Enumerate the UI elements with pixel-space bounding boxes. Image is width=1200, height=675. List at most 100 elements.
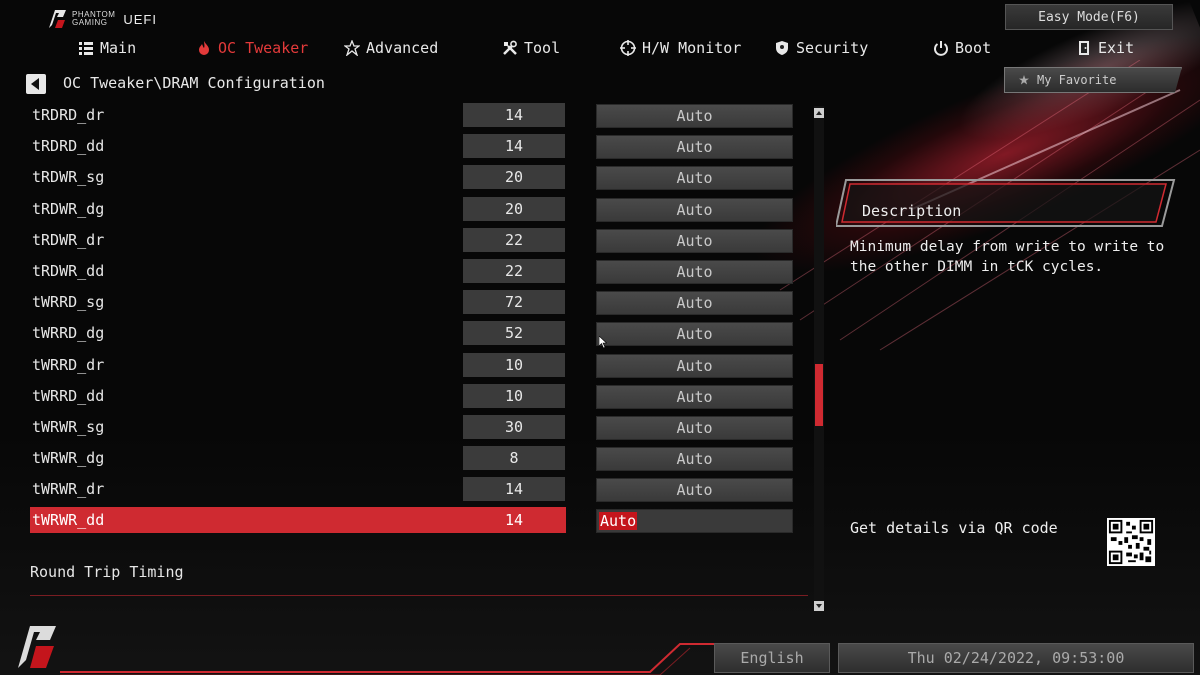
setting-label: tRDRD_dd — [32, 137, 105, 156]
settings-row-trdrd-dr[interactable]: tRDRD_dr 14 Auto — [30, 102, 806, 133]
scrollbar-thumb[interactable] — [815, 364, 823, 426]
settings-row-trdwr-dd[interactable]: tRDWR_dd 22 Auto — [30, 258, 806, 289]
phantom-gaming-logo-icon — [49, 10, 66, 28]
setting-value-field[interactable]: Auto — [596, 197, 793, 222]
setting-label: tRDWR_dr — [32, 230, 105, 249]
chevron-down-icon — [816, 604, 822, 608]
current-value: 14 — [463, 103, 565, 127]
setting-value-text: Auto — [599, 512, 638, 531]
setting-value-field[interactable]: Auto — [596, 135, 793, 160]
chevron-up-icon — [816, 111, 822, 115]
logo-line2: GAMING — [72, 18, 108, 27]
tab-boot[interactable]: Boot — [933, 36, 991, 60]
tab-label: Boot — [955, 39, 992, 57]
current-value: 52 — [463, 321, 565, 346]
setting-value-field[interactable]: Auto — [596, 259, 793, 284]
settings-row-twrwr-dr[interactable]: tWRWR_dr 14 Auto — [30, 476, 806, 507]
back-button[interactable] — [26, 74, 46, 94]
my-favorite-label: My Favorite — [1037, 73, 1117, 87]
scrollbar-track[interactable] — [814, 106, 824, 612]
tab-exit[interactable]: Exit — [1076, 36, 1134, 60]
setting-value-field[interactable]: Auto — [596, 228, 793, 253]
current-value: 14 — [504, 511, 524, 530]
tab-label: Exit — [1098, 39, 1135, 57]
current-value: 30 — [463, 414, 565, 439]
qr-label: Get details via QR code — [850, 519, 1058, 537]
tab-advanced[interactable]: Advanced — [344, 36, 438, 60]
tab-main[interactable]: Main — [78, 36, 136, 60]
easy-mode-button[interactable]: Easy Mode(F6) — [1005, 4, 1173, 30]
setting-label: tWRWR_dd — [32, 511, 105, 530]
setting-label: tWRRD_sg — [32, 293, 105, 312]
brand-logo: PHANTOM GAMING UEFI — [46, 8, 157, 30]
logo-uefi: UEFI — [123, 11, 157, 27]
language-button[interactable]: English — [714, 643, 830, 673]
my-favorite-button[interactable]: My Favorite — [1004, 67, 1182, 93]
shield-icon — [776, 41, 788, 55]
settings-row-twrrd-sg[interactable]: tWRRD_sg 72 Auto — [30, 289, 806, 320]
flame-icon — [199, 41, 209, 55]
settings-row-twrrd-dd[interactable]: tWRRD_dd 10 Auto — [30, 383, 806, 414]
setting-label: tWRWR_dr — [32, 480, 105, 499]
tab-oc-tweaker[interactable]: OC Tweaker — [196, 36, 308, 60]
power-icon — [934, 41, 948, 56]
phantom-gaming-emblem-icon — [18, 626, 56, 668]
setting-value-field[interactable]: Auto — [596, 447, 793, 472]
door-icon — [1079, 41, 1089, 55]
setting-label: tRDWR_sg — [32, 168, 105, 187]
breadcrumb: OC Tweaker\DRAM Configuration — [63, 74, 325, 92]
setting-value-field[interactable]: Auto — [596, 104, 793, 128]
star-icon — [344, 40, 360, 56]
setting-label: tRDWR_dd — [32, 261, 105, 280]
current-value: 14 — [463, 477, 565, 502]
setting-label: tWRRD_dr — [32, 355, 105, 374]
tab-label: Tool — [524, 39, 561, 57]
settings-row-trdwr-dr[interactable]: tRDWR_dr 22 Auto — [30, 227, 806, 258]
settings-row-twrwr-dg[interactable]: tWRWR_dg 8 Auto — [30, 445, 806, 476]
settings-row-trdrd-dd[interactable]: tRDRD_dd 14 Auto — [30, 133, 806, 164]
settings-row-twrrd-dr[interactable]: tWRRD_dr 10 Auto — [30, 352, 806, 383]
tab-label: Security — [796, 39, 869, 57]
crosshair-icon — [620, 40, 636, 56]
setting-value-field[interactable]: Auto — [596, 478, 793, 503]
current-value: 20 — [463, 165, 565, 190]
tab-label: Advanced — [366, 39, 439, 57]
settings-row-twrwr-dd[interactable]: tWRWR_dd 14 Auto — [30, 507, 806, 538]
current-value: 72 — [463, 290, 565, 315]
setting-value-field[interactable]: Auto — [596, 166, 793, 191]
tab-hw-monitor[interactable]: H/W Monitor — [620, 36, 741, 60]
list-icon — [79, 42, 93, 55]
settings-row-twrrd-dg[interactable]: tWRRD_dg 52 Auto — [30, 320, 806, 351]
setting-value-field[interactable]: Auto — [596, 322, 793, 347]
setting-label: tWRWR_sg — [32, 417, 105, 436]
settings-row-trdwr-sg[interactable]: tRDWR_sg 20 Auto — [30, 164, 806, 195]
scroll-down-button[interactable] — [814, 601, 824, 611]
logo-text: PHANTOM GAMING — [72, 11, 115, 27]
qr-code-icon — [1107, 518, 1155, 566]
setting-label: tWRRD_dd — [32, 386, 105, 405]
setting-label: tRDRD_dr — [32, 106, 105, 124]
setting-label: tRDWR_dg — [32, 199, 105, 218]
scroll-up-button[interactable] — [814, 108, 824, 118]
current-value: 8 — [463, 446, 565, 471]
favorite-star-icon — [1019, 75, 1029, 85]
tab-tool[interactable]: Tool — [502, 36, 560, 60]
main-nav: Main OC Tweaker Advanced Tool H/W Monito… — [0, 36, 1200, 60]
setting-value-field[interactable]: Auto — [596, 291, 793, 316]
datetime-display: Thu 02/24/2022, 09:53:00 — [838, 643, 1194, 673]
bottom-accent-stripe — [60, 643, 720, 675]
setting-value-field[interactable]: Auto — [596, 415, 793, 440]
mouse-cursor-icon — [599, 336, 607, 348]
tab-label: H/W Monitor — [642, 39, 742, 57]
setting-label: tWRWR_dg — [32, 449, 105, 468]
current-value: 22 — [463, 258, 565, 283]
back-arrow-icon — [31, 78, 39, 90]
settings-row-trdwr-dg[interactable]: tRDWR_dg 20 Auto — [30, 196, 806, 227]
settings-row-twrwr-sg[interactable]: tWRWR_sg 30 Auto — [30, 414, 806, 445]
tab-label: OC Tweaker — [218, 39, 309, 57]
setting-value-field[interactable]: Auto — [596, 353, 793, 378]
section-round-trip-timing[interactable]: Round Trip Timing — [30, 562, 808, 596]
setting-value-field[interactable]: Auto — [596, 384, 793, 409]
tab-security[interactable]: Security — [774, 36, 868, 60]
setting-value-field[interactable]: Auto — [596, 509, 793, 534]
